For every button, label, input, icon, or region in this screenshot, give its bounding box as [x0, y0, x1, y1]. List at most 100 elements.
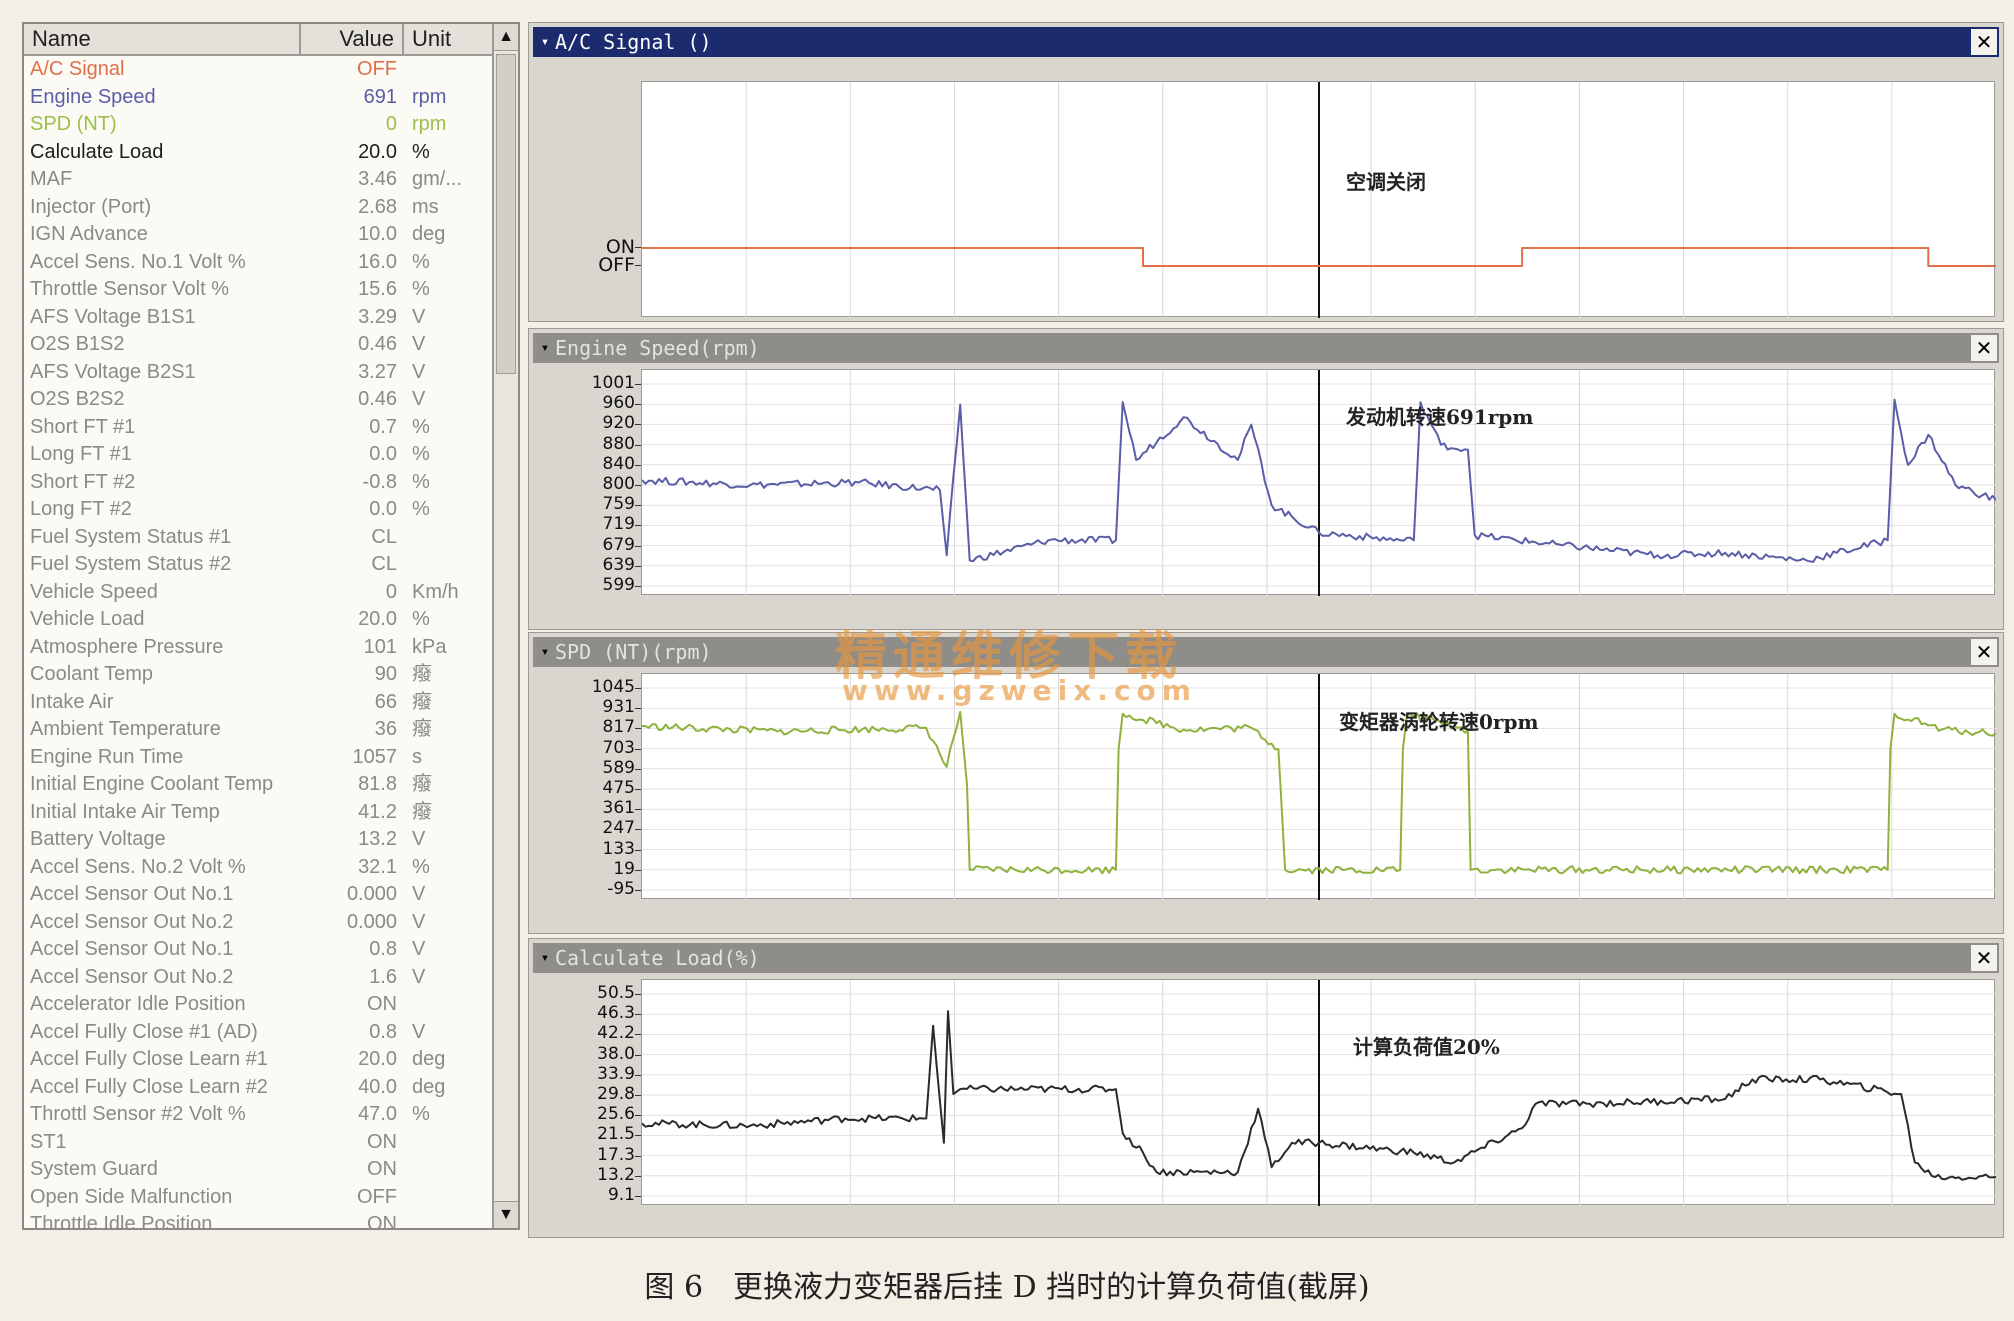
column-header-name[interactable]: Name — [24, 24, 301, 54]
collapse-icon[interactable]: ▾ — [535, 637, 555, 667]
param-value: 13.2 — [358, 828, 397, 850]
list-row[interactable]: Accel Fully Close #1 (AD) 0.8 V — [24, 1019, 494, 1047]
list-row[interactable]: AFS Voltage B1S1 3.29 V — [24, 304, 494, 332]
plot-area[interactable] — [641, 979, 1996, 1206]
list-row[interactable]: Intake Air 66 癈 — [24, 689, 494, 717]
y-tick-mark — [635, 464, 641, 466]
list-row[interactable]: Battery Voltage 13.2 V — [24, 826, 494, 854]
scroll-up-icon[interactable]: ▲ — [494, 24, 518, 51]
scroll-thumb[interactable] — [496, 54, 516, 374]
list-row[interactable]: IGN Advance 10.0 deg — [24, 221, 494, 249]
list-header: Name Value Unit — [24, 24, 494, 56]
list-row[interactable]: Open Side Malfunction OFF — [24, 1184, 494, 1212]
param-unit: % — [412, 443, 430, 465]
param-name: Accel Sensor Out No.1 — [30, 883, 234, 905]
param-name: Accel Sens. No.1 Volt % — [30, 250, 246, 273]
list-row[interactable]: MAF 3.46 gm/... — [24, 166, 494, 194]
y-tick-label: 29.8 — [597, 1084, 635, 1104]
list-row[interactable]: ST1 ON — [24, 1129, 494, 1157]
list-row[interactable]: O2S B2S2 0.46 V — [24, 386, 494, 414]
y-tick-mark — [635, 565, 641, 567]
column-header-unit[interactable]: Unit — [404, 24, 494, 54]
list-row[interactable]: Accel Sens. No.1 Volt % 16.0% — [24, 249, 494, 277]
list-row[interactable]: SPD (NT) 0 rpm — [24, 111, 494, 139]
list-row[interactable]: Throttle Sensor Volt % 15.6% — [24, 276, 494, 304]
y-tick-mark — [635, 525, 641, 527]
param-unit: rpm — [412, 113, 447, 135]
param-value: CL — [371, 525, 397, 548]
list-row[interactable]: Short FT #1 0.7% — [24, 414, 494, 442]
y-tick-mark — [635, 1175, 641, 1177]
y-tick-mark — [635, 1196, 641, 1197]
list-row[interactable]: A/C Signal OFF — [24, 56, 494, 84]
collapse-icon[interactable]: ▾ — [535, 333, 555, 363]
y-tick-mark — [635, 444, 641, 446]
y-tick-label: 800 — [602, 474, 635, 494]
list-row[interactable]: Long FT #1 0.0% — [24, 441, 494, 469]
figure-caption: 图 6 更换液力变矩器后挂 D 挡时的计算负荷值(截屏) — [644, 1270, 1370, 1305]
close-icon[interactable]: ✕ — [1971, 639, 1997, 665]
column-header-value[interactable]: Value — [301, 24, 404, 54]
graph-titlebar[interactable]: ▾ Engine Speed(rpm) ✕ — [533, 333, 1999, 363]
list-row[interactable]: System Guard ON — [24, 1156, 494, 1184]
list-row[interactable]: Injector (Port) 2.68 ms — [24, 194, 494, 222]
list-row[interactable]: Initial Intake Air Temp 41.2 癈 — [24, 799, 494, 827]
list-row[interactable]: Ambient Temperature 36 癈 — [24, 716, 494, 744]
list-row[interactable]: Throttl Sensor #2 Volt % 47.0% — [24, 1101, 494, 1129]
param-name: Throttle Sensor Volt % — [30, 278, 229, 300]
list-row[interactable]: Accel Sensor Out No.1 0.8 V — [24, 936, 494, 964]
list-row[interactable]: Engine Speed 691 rpm — [24, 84, 494, 112]
y-tick-label: 703 — [602, 737, 635, 758]
list-row[interactable]: Accel Sensor Out No.2 0.000 V — [24, 909, 494, 937]
list-row[interactable]: Initial Engine Coolant Temp 81.8 癈 — [24, 771, 494, 799]
scroll-down-icon[interactable]: ▼ — [494, 1201, 518, 1228]
param-value: 0 — [385, 113, 397, 135]
plot-area[interactable] — [641, 369, 1996, 596]
y-tick-mark — [635, 586, 641, 587]
list-row[interactable]: Atmosphere Pressure 101 kPa — [24, 634, 494, 662]
list-row[interactable]: Vehicle Speed 0 Km/h — [24, 579, 494, 607]
param-unit: % — [412, 140, 430, 163]
param-value: 1057 — [352, 745, 398, 768]
collapse-icon[interactable]: ▾ — [535, 27, 555, 57]
graph-titlebar[interactable]: ▾ SPD (NT)(rpm) ✕ — [533, 637, 1999, 667]
list-row[interactable]: Long FT #2 0.0% — [24, 496, 494, 524]
list-row[interactable]: Vehicle Load 20.0% — [24, 606, 494, 634]
close-icon[interactable]: ✕ — [1971, 29, 1997, 55]
list-row[interactable]: Accel Sens. No.2 Volt % 32.1% — [24, 854, 494, 882]
list-row[interactable]: Fuel System Status #2 CL — [24, 551, 494, 579]
list-row[interactable]: Calculate Load 20.0% — [24, 139, 494, 167]
y-tick-mark — [635, 789, 641, 790]
y-tick-label: 17.3 — [597, 1144, 635, 1165]
list-row[interactable]: Coolant Temp 90 癈 — [24, 661, 494, 689]
list-row[interactable]: Accelerator Idle Position ON — [24, 991, 494, 1019]
list-row[interactable]: AFS Voltage B2S1 3.27 V — [24, 359, 494, 387]
y-tick-label: 817 — [602, 717, 635, 738]
list-row[interactable]: Accel Sensor Out No.1 0.000 V — [24, 881, 494, 909]
plot-svg — [642, 980, 1996, 1206]
param-value: 40.0 — [358, 1075, 397, 1098]
plot-area[interactable] — [641, 81, 1996, 318]
list-row[interactable]: Engine Run Time 1057 s — [24, 744, 494, 772]
graph-titlebar[interactable]: ▾ A/C Signal () ✕ — [533, 27, 1999, 57]
list-row[interactable]: Accel Fully Close Learn #1 20.0 deg — [24, 1046, 494, 1074]
param-unit — [412, 1184, 492, 1212]
graph-titlebar[interactable]: ▾ Calculate Load(%) ✕ — [533, 943, 1999, 973]
param-unit — [412, 1129, 492, 1157]
list-row[interactable]: Short FT #2 -0.8% — [24, 469, 494, 497]
list-row[interactable]: O2S B1S2 0.46 V — [24, 331, 494, 359]
list-row[interactable]: Accel Sensor Out No.2 1.6 V — [24, 964, 494, 992]
list-scrollbar[interactable]: ▲ ▼ — [492, 24, 518, 1228]
collapse-icon[interactable]: ▾ — [535, 943, 555, 973]
list-row[interactable]: Throttle Idle Position ON — [24, 1211, 494, 1228]
y-tick-label: 38.0 — [597, 1043, 635, 1064]
close-icon[interactable]: ✕ — [1971, 945, 1997, 971]
list-row[interactable]: Fuel System Status #1 CL — [24, 524, 494, 552]
param-unit: 癈 — [412, 663, 432, 685]
y-tick-label: 960 — [602, 393, 635, 414]
close-icon[interactable]: ✕ — [1971, 335, 1997, 361]
param-name: System Guard — [30, 1158, 158, 1180]
watermark-url: www.gzweix.com — [842, 674, 1197, 707]
y-tick-label: 13.2 — [597, 1164, 635, 1185]
list-row[interactable]: Accel Fully Close Learn #2 40.0 deg — [24, 1074, 494, 1102]
